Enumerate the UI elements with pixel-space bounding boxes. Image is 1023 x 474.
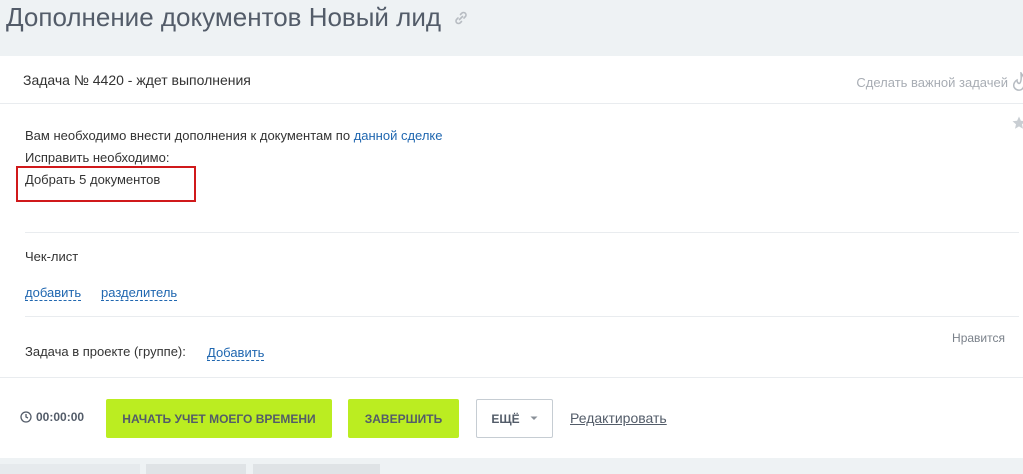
task-footer: 00:00:00 НАЧАТЬ УЧЕТ МОЕГО ВРЕМЕНИ ЗАВЕР… [0,377,1023,458]
link-icon[interactable] [453,10,469,26]
bottom-tab[interactable] [253,464,380,474]
more-button[interactable]: ЕЩЁ [476,399,553,438]
flame-icon[interactable] [1013,72,1023,92]
chevron-down-icon [530,416,538,420]
highlight-box [16,166,196,202]
checklist-title: Чек-лист [25,249,79,264]
page-title-text: Дополнение документов Новый лид [6,2,442,32]
checklist-separator-link[interactable]: разделитель [101,285,178,301]
page-title: Дополнение документов Новый лид [6,2,469,33]
divider [25,316,1019,317]
make-important-link[interactable]: Сделать важной задачей [856,75,1008,90]
more-button-label: ЕЩЁ [491,411,520,426]
clock-icon [20,411,32,423]
deal-link[interactable]: данной сделке [354,128,443,143]
edit-link[interactable]: Редактировать [570,410,667,426]
star-icon[interactable] [1012,116,1023,130]
task-card: Задача № 4420 - ждет выполнения Сделать … [0,56,1023,458]
like-button[interactable]: Нравится [952,331,1005,345]
task-header: Задача № 4420 - ждет выполнения Сделать … [0,56,1023,104]
complete-button[interactable]: ЗАВЕРШИТЬ [348,399,459,438]
timer: 00:00:00 [20,410,84,424]
project-row: Задача в проекте (группе): [25,344,186,359]
timer-value: 00:00:00 [36,410,85,424]
project-add-link[interactable]: Добавить [207,345,265,361]
project-label: Задача в проекте (группе): [25,344,186,359]
description-line-1: Вам необходимо внести дополнения к докум… [25,125,443,147]
checklist-add-link[interactable]: добавить [25,285,82,301]
description-text: Вам необходимо внести дополнения к докум… [25,128,354,143]
task-header-title: Задача № 4420 - ждет выполнения [23,72,251,88]
divider [25,232,1019,233]
start-time-tracking-button[interactable]: НАЧАТЬ УЧЕТ МОЕГО ВРЕМЕНИ [106,399,332,438]
bottom-tab[interactable] [146,464,246,474]
bottom-tab[interactable] [0,464,140,474]
